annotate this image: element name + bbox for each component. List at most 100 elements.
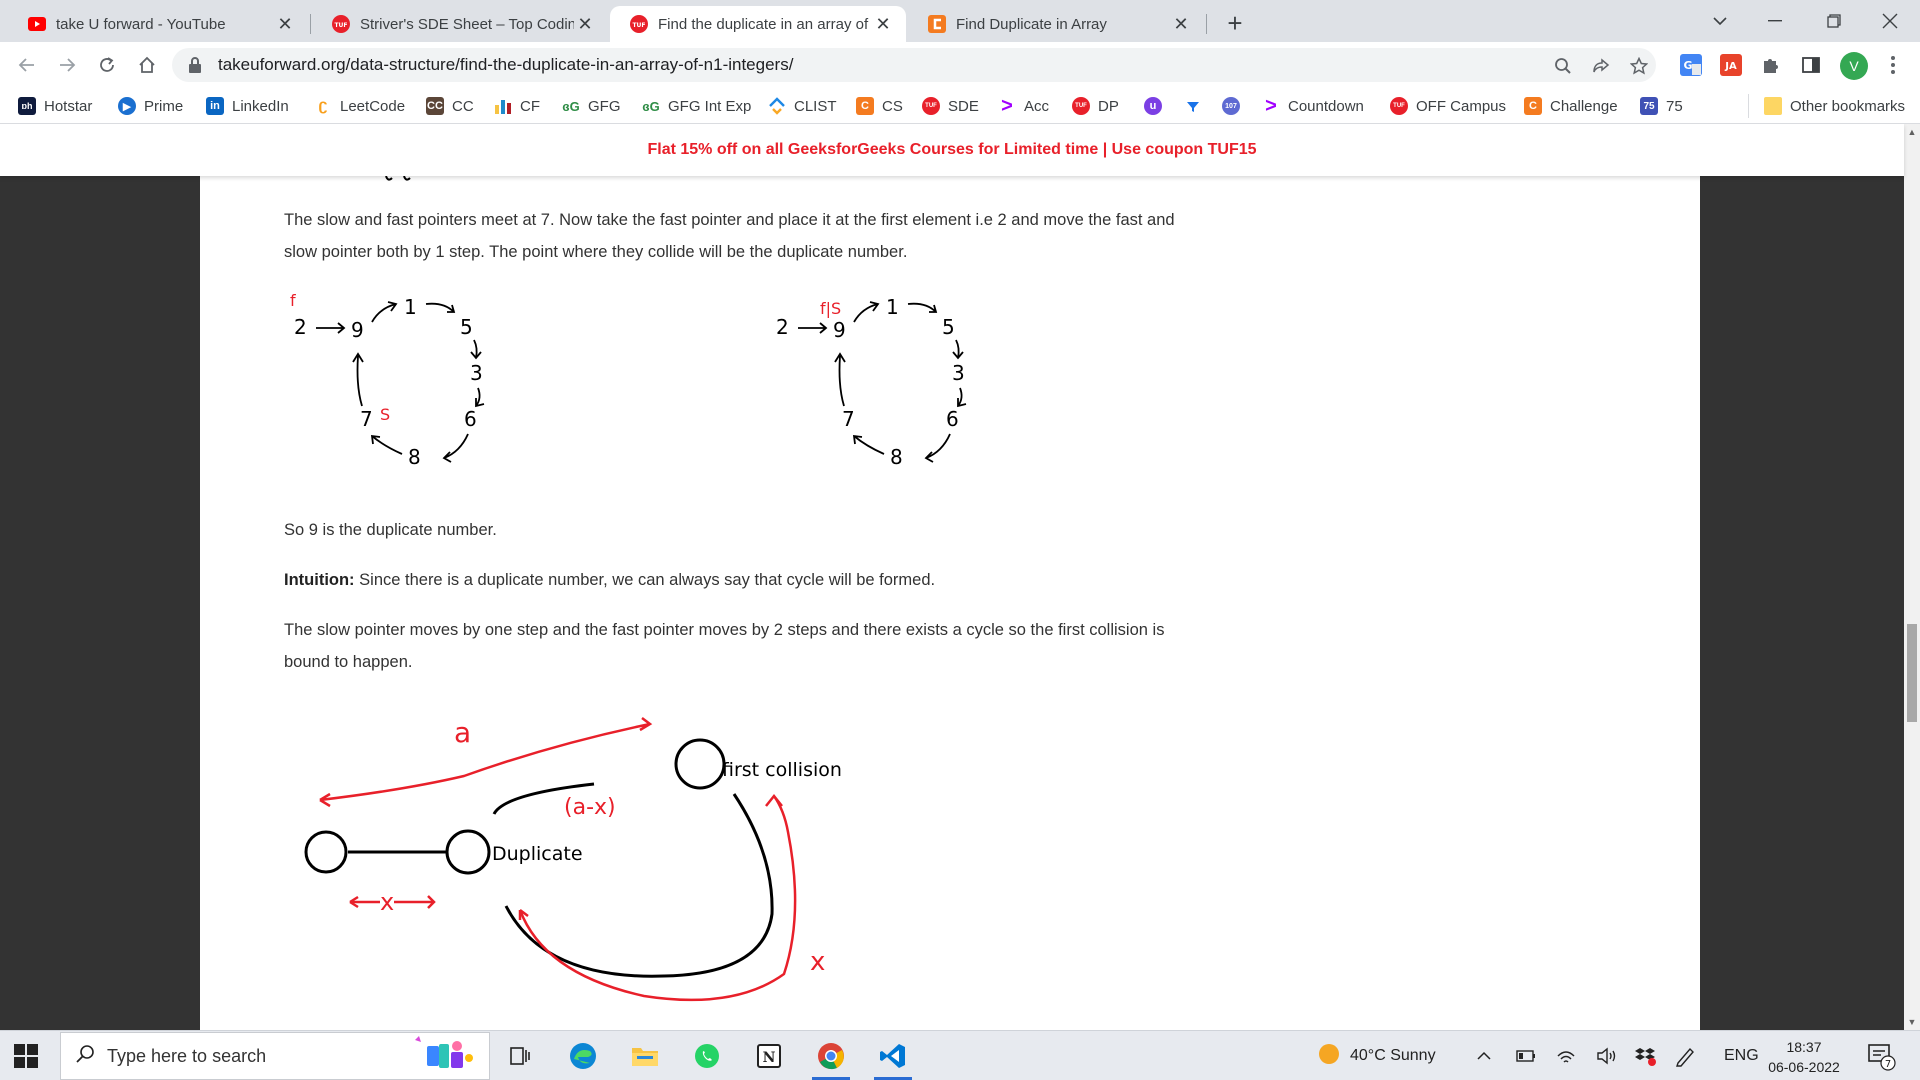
paragraph-3: The slow pointer moves by one step and t… xyxy=(284,614,1164,678)
side-panel-icon[interactable] xyxy=(1798,52,1824,78)
restore-icon[interactable] xyxy=(1804,0,1864,42)
zoom-icon[interactable] xyxy=(1552,55,1574,77)
back-icon[interactable] xyxy=(12,50,42,80)
node-8: 8 xyxy=(890,445,903,469)
lock-icon[interactable] xyxy=(188,56,206,74)
show-hidden-icons[interactable] xyxy=(1476,1031,1492,1080)
tuf-icon: TUF xyxy=(332,15,350,33)
tab-sde-sheet[interactable]: TUF Striver's SDE Sheet – Top Coding ✕ xyxy=(312,6,608,42)
bookmark-funnel[interactable] xyxy=(1184,94,1210,118)
intuition-text: Since there is a duplicate number, we ca… xyxy=(354,571,936,589)
minimize-icon[interactable] xyxy=(1745,0,1805,42)
tab-divider xyxy=(310,14,311,34)
tab-find-duplicate-active[interactable]: TUF Find the duplicate in an array of N … xyxy=(610,6,906,42)
system-clock[interactable]: 18:37 06-06-2022 xyxy=(1762,1037,1846,1077)
forward-icon[interactable] xyxy=(52,50,82,80)
bookmark-prime[interactable]: ▶ Prime xyxy=(118,94,183,118)
tab-search-icon[interactable] xyxy=(1690,0,1750,42)
notion-icon[interactable]: N xyxy=(744,1036,794,1076)
close-tab-icon[interactable]: ✕ xyxy=(1170,13,1192,35)
scroll-up-icon[interactable]: ▲ xyxy=(1904,124,1920,140)
battery-icon[interactable] xyxy=(1516,1031,1536,1080)
fast-pointer-mark: f xyxy=(290,291,296,310)
volume-icon[interactable] xyxy=(1596,1031,1618,1080)
calendar-107-icon: 107 xyxy=(1222,97,1240,115)
profile-avatar[interactable]: V xyxy=(1840,52,1868,80)
search-icon xyxy=(75,1044,95,1069)
promo-banner[interactable]: Flat 15% off on all GeeksforGeeks Course… xyxy=(0,124,1904,176)
bookmark-off-campus[interactable]: TUF OFF Campus xyxy=(1390,94,1506,118)
node-6: 6 xyxy=(946,407,959,431)
bookmark-label: Countdown xyxy=(1288,97,1364,115)
new-tab-button[interactable]: + xyxy=(1220,8,1250,38)
url-text: takeuforward.org/data-structure/find-the… xyxy=(218,55,794,74)
badge-75-icon: 75 xyxy=(1640,97,1658,115)
label-x-bottom: x xyxy=(380,888,394,916)
chrome-icon[interactable] xyxy=(806,1036,856,1080)
tab-codestudio[interactable]: Find Duplicate in Array ✕ xyxy=(908,6,1204,42)
gfg-icon: ɞG xyxy=(642,98,660,114)
close-window-icon[interactable] xyxy=(1860,0,1920,42)
bookmark-linkedin[interactable]: in LinkedIn xyxy=(206,94,289,118)
bookmark-label: CS xyxy=(882,97,903,115)
page-scrollbar[interactable]: ▲ ▼ xyxy=(1904,124,1920,1030)
bookmark-75[interactable]: 75 75 xyxy=(1640,94,1683,118)
reload-icon[interactable] xyxy=(92,50,122,80)
weather-widget[interactable]: 40°C Sunny xyxy=(1318,1031,1436,1080)
menu-kebab-icon[interactable] xyxy=(1880,52,1906,78)
bookmark-cf[interactable]: CF xyxy=(494,94,540,118)
leetcode-icon: ʗ xyxy=(318,97,328,114)
svg-text:N: N xyxy=(763,1050,776,1066)
extension-icon[interactable]: JA xyxy=(1718,52,1744,78)
google-translate-icon[interactable]: G xyxy=(1678,52,1704,78)
funnel-icon xyxy=(1184,97,1202,115)
scroll-down-icon[interactable]: ▼ xyxy=(1904,1014,1920,1030)
star-bookmark-icon[interactable] xyxy=(1628,55,1650,77)
codestudio-icon: C xyxy=(1524,97,1542,115)
share-icon[interactable] xyxy=(1590,55,1612,77)
paragraph-conclusion: So 9 is the duplicate number. xyxy=(284,521,497,539)
bookmark-label: CF xyxy=(520,97,540,115)
home-icon[interactable] xyxy=(132,50,162,80)
notification-center-icon[interactable]: 7 xyxy=(1866,1031,1896,1080)
file-explorer-icon[interactable] xyxy=(620,1036,670,1076)
bookmark-countdown[interactable]: > Countdown xyxy=(1262,94,1364,118)
bookmark-u[interactable]: u xyxy=(1144,94,1170,118)
extensions-puzzle-icon[interactable] xyxy=(1758,52,1784,78)
bookmark-sde[interactable]: TUF SDE xyxy=(922,94,979,118)
task-view-icon[interactable] xyxy=(494,1036,544,1076)
bookmark-acc[interactable]: > Acc xyxy=(998,94,1049,118)
close-tab-icon[interactable]: ✕ xyxy=(872,13,894,35)
edge-icon[interactable] xyxy=(558,1036,608,1076)
close-tab-icon[interactable]: ✕ xyxy=(274,13,296,35)
close-tab-icon[interactable]: ✕ xyxy=(574,13,596,35)
scrollbar-thumb[interactable] xyxy=(1907,624,1917,722)
tuf-icon: TUF xyxy=(630,15,648,33)
whatsapp-icon[interactable] xyxy=(682,1036,732,1076)
bookmark-cc[interactable]: CC CC xyxy=(426,94,474,118)
address-bar[interactable]: takeuforward.org/data-structure/find-the… xyxy=(172,48,1656,82)
promo-text[interactable]: Flat 15% off on all GeeksforGeeks Course… xyxy=(647,141,1256,159)
bookmark-gfg[interactable]: ɞG GFG xyxy=(562,94,620,118)
taskbar-search[interactable]: Type here to search xyxy=(60,1032,490,1080)
language-indicator[interactable]: ENG xyxy=(1724,1031,1759,1080)
tab-youtube[interactable]: take U forward - YouTube ✕ xyxy=(8,6,308,42)
bookmark-cs[interactable]: C CS xyxy=(856,94,903,118)
bookmark-challenge[interactable]: C Challenge xyxy=(1524,94,1618,118)
start-node xyxy=(304,830,348,874)
bookmark-gfg-int-exp[interactable]: ɞG GFG Int Exp xyxy=(642,94,751,118)
bookmark-clist[interactable]: CLIST xyxy=(768,94,837,118)
tab-title: take U forward - YouTube xyxy=(56,15,226,33)
bookmark-calendar[interactable]: 107 xyxy=(1222,94,1248,118)
wifi-icon[interactable] xyxy=(1556,1031,1576,1080)
bookmark-dp[interactable]: TUF DP xyxy=(1072,94,1119,118)
bookmark-label: DP xyxy=(1098,97,1119,115)
bookmark-hotstar[interactable]: ɒh Hotstar xyxy=(18,94,92,118)
pen-icon[interactable] xyxy=(1674,1031,1696,1080)
windows-start-icon[interactable] xyxy=(14,1044,38,1068)
node-5: 5 xyxy=(942,315,955,339)
vscode-icon[interactable] xyxy=(868,1036,918,1080)
bookmark-leetcode[interactable]: ʗ LeetCode xyxy=(314,94,406,118)
dropbox-icon[interactable] xyxy=(1634,1031,1656,1080)
bookmark-other[interactable]: Other bookmarks xyxy=(1764,94,1905,118)
